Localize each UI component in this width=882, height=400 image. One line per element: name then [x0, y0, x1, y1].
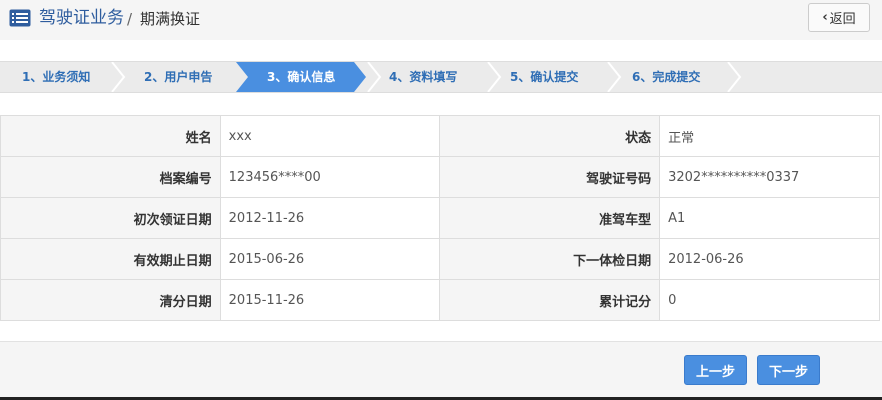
license-number-value: 3202**********0337 — [659, 156, 880, 198]
table-row: 姓名 xxx 状态 正常 — [0, 115, 880, 157]
step-progress-bar: 1、业务须知 2、用户申告 3、确认信息 4、资料填写 5、确认提交 6、完成提… — [0, 61, 882, 93]
file-number-label: 档案编号 — [0, 156, 221, 198]
step-6: 6、完成提交 — [632, 70, 701, 84]
table-row: 清分日期 2015-11-26 累计记分 0 — [0, 279, 880, 321]
back-button-label: 返回 — [829, 12, 856, 27]
first-issue-date-label: 初次领证日期 — [0, 197, 221, 239]
vehicle-class-label: 准驾车型 — [439, 197, 661, 239]
table-row: 档案编号 123456****00 驾驶证号码 3202**********03… — [0, 156, 880, 198]
page-title: 驾驶证业务 — [39, 8, 124, 28]
name-label: 姓名 — [0, 115, 221, 157]
expiry-date-label: 有效期止日期 — [0, 238, 221, 280]
first-issue-date-value: 2012-11-26 — [219, 197, 441, 239]
prev-step-button[interactable]: 上一步 — [684, 355, 747, 385]
status-label: 状态 — [439, 115, 661, 157]
step-3-active: 3、确认信息 — [267, 70, 336, 84]
status-value: 正常 — [659, 115, 880, 157]
next-exam-date-label: 下一体检日期 — [439, 238, 661, 280]
list-icon — [9, 9, 31, 27]
breadcrumb-separator: / — [127, 10, 133, 28]
total-points-label: 累计记分 — [439, 279, 661, 321]
next-exam-date-value: 2012-06-26 — [659, 238, 880, 280]
table-row: 有效期止日期 2015-06-26 下一体检日期 2012-06-26 — [0, 238, 880, 280]
step-2: 2、用户申告 — [144, 70, 213, 84]
step-1: 1、业务须知 — [22, 70, 91, 84]
page-subtitle: 期满换证 — [140, 10, 201, 28]
back-button[interactable]: ‹ 返回 — [808, 3, 870, 32]
vehicle-class-value: A1 — [659, 197, 880, 239]
name-value: xxx — [219, 115, 441, 157]
expiry-date-value: 2015-06-26 — [219, 238, 441, 280]
chevron-left-icon: ‹ — [822, 10, 828, 25]
step-5: 5、确认提交 — [510, 70, 579, 84]
step-4: 4、资料填写 — [389, 70, 458, 84]
clear-date-value: 2015-11-26 — [219, 279, 441, 321]
file-number-value: 123456****00 — [219, 156, 441, 198]
table-row: 初次领证日期 2012-11-26 准驾车型 A1 — [0, 197, 880, 239]
total-points-value: 0 — [659, 279, 880, 321]
license-number-label: 驾驶证号码 — [439, 156, 661, 198]
form-footer: 上一步 下一步 — [0, 341, 882, 400]
driver-info-table: 姓名 xxx 状态 正常 档案编号 123456****00 驾驶证号码 320… — [0, 115, 880, 321]
next-step-button[interactable]: 下一步 — [757, 355, 820, 385]
clear-date-label: 清分日期 — [0, 279, 221, 321]
page-header: 驾驶证业务 / 期满换证 ‹ 返回 — [0, 0, 882, 40]
